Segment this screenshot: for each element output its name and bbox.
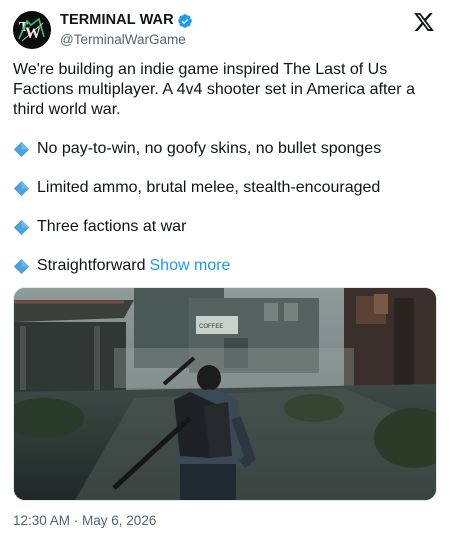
name-row: TERMINAL WAR: [60, 12, 193, 29]
bullet-text: Three factions at war: [37, 218, 187, 235]
tweet-intro: We're building an indie game inspired Th…: [13, 61, 415, 118]
tweet-card: T W TERMINAL WAR @TerminalWarGame We're …: [0, 0, 450, 538]
game-screenshot-image: COFFEE: [14, 288, 436, 500]
avatar[interactable]: T W: [13, 11, 51, 49]
blue-diamond-icon: [13, 258, 30, 274]
author-handle[interactable]: @TerminalWarGame: [60, 31, 193, 48]
author-names: TERMINAL WAR @TerminalWarGame: [60, 12, 193, 48]
bullet-item: No pay-to-win, no goofy skins, no bullet…: [13, 139, 437, 159]
display-name[interactable]: TERMINAL WAR: [60, 12, 174, 29]
tweet-text: We're building an indie game inspired Th…: [13, 60, 437, 295]
terminal-war-logo-icon: T W: [13, 11, 51, 49]
bullet-text: Limited ammo, brutal melee, stealth-enco…: [37, 179, 381, 196]
blue-diamond-icon: [13, 180, 30, 196]
tweet-media[interactable]: COFFEE: [13, 287, 437, 501]
blue-diamond-icon: [13, 141, 30, 157]
tweet-timestamp[interactable]: 12:30 AM · May 6, 2026: [13, 513, 156, 529]
bullet-item: Three factions at war: [13, 217, 437, 237]
bullet-item: Straightforward Show more: [13, 256, 437, 276]
show-more-link[interactable]: Show more: [150, 256, 231, 276]
bullet-text: Straightforward: [37, 257, 146, 274]
svg-text:W: W: [25, 25, 41, 42]
blue-diamond-icon: [13, 219, 30, 235]
verified-badge-icon: [177, 13, 192, 28]
shop-sign: COFFEE: [199, 324, 223, 330]
tweet-header: T W TERMINAL WAR @TerminalWarGame: [13, 11, 437, 49]
x-logo-icon[interactable]: [413, 11, 435, 33]
bullet-item: Limited ammo, brutal melee, stealth-enco…: [13, 178, 437, 198]
bullet-text: No pay-to-win, no goofy skins, no bullet…: [37, 140, 382, 157]
